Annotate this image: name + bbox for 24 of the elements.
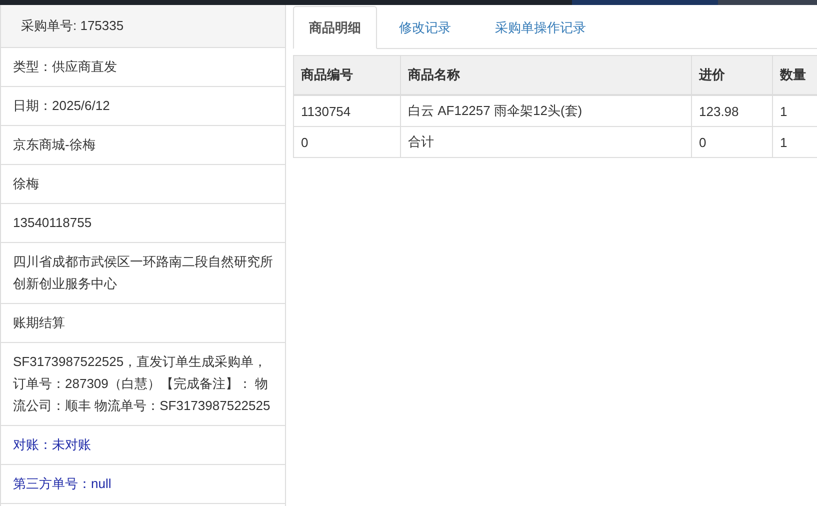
info-text: 徐梅 <box>13 175 40 193</box>
info-text: 京东商城-徐梅 <box>13 136 96 154</box>
table-cell: 0 <box>692 126 772 158</box>
info-text: 日期：2025/6/12 <box>13 97 111 115</box>
tab[interactable]: 商品明细 <box>293 6 377 49</box>
column-header: 数量 <box>772 56 817 95</box>
column-header: 进价 <box>692 56 772 95</box>
table-cell: 123.98 <box>692 95 772 126</box>
column-header: 商品名称 <box>400 56 692 95</box>
tab[interactable]: 采购单操作记录 <box>473 6 608 49</box>
info-text: 类型：供应商直发 <box>13 58 118 76</box>
tab[interactable]: 修改记录 <box>377 6 473 49</box>
table-cell: 合计 <box>400 126 692 158</box>
table-cell: 1130754 <box>294 95 400 126</box>
info-text: 13540118755 <box>13 214 93 232</box>
info-text: SF3173987522525，直发订单生成采购单，订单号：287309（白慧）【完成备注】： 物流公司：顺丰 物流单号：SF3173987522525 <box>13 353 272 415</box>
info-text: 四川省成都市武侯区一环路南二段自然研究所创新创业服务中心 <box>13 253 274 293</box>
info-text: 账期结算 <box>13 314 66 332</box>
table-cell: 白云 AF12257 雨伞架12头(套) <box>400 95 692 126</box>
info-text: 对账：未对账 <box>13 436 92 454</box>
order-number: 采购单号: 175335 <box>21 17 124 35</box>
column-header: 商品编号 <box>294 56 400 95</box>
table-cell: 0 <box>294 126 400 158</box>
info-text: 第三方单号：null <box>13 475 112 493</box>
